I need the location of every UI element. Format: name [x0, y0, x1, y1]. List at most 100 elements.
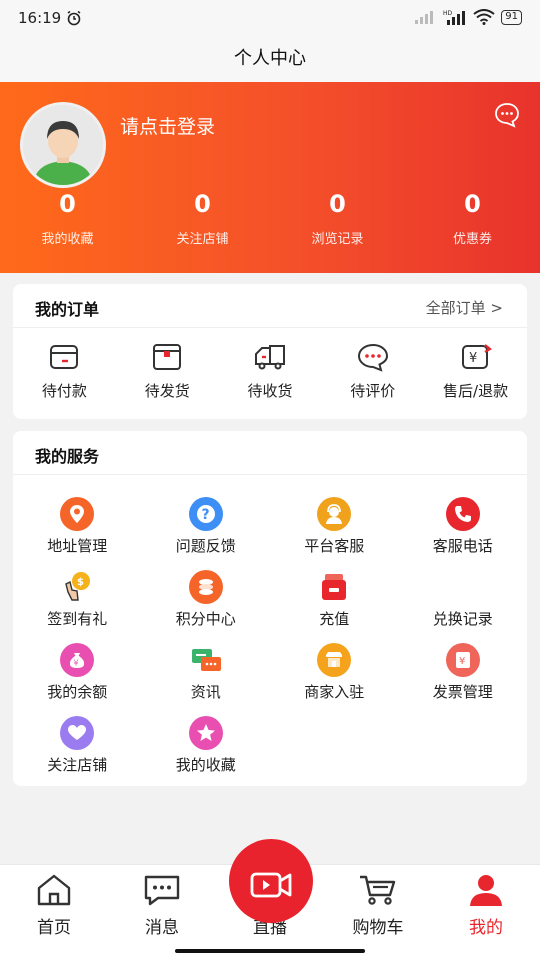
- stats-row: 0 我的收藏 0 关注店铺 0 浏览记录 0 优惠券: [0, 190, 540, 247]
- service-feedback[interactable]: ? 问题反馈: [142, 497, 271, 570]
- avatar[interactable]: [20, 102, 106, 188]
- service-label: 签到有礼: [47, 610, 108, 628]
- status-time: 16:19: [18, 9, 62, 27]
- user-icon: [470, 875, 502, 906]
- tab-home[interactable]: 首页: [0, 865, 108, 938]
- nav-bar: 个人中心: [0, 36, 540, 82]
- truck-icon: [254, 345, 285, 370]
- order-pending-payment[interactable]: 待付款: [13, 342, 116, 401]
- service-label: 资讯: [190, 683, 221, 701]
- message-bubble-icon[interactable]: [494, 102, 520, 128]
- service-exchange-record[interactable]: 兑换记录: [399, 570, 528, 643]
- service-hotline[interactable]: 客服电话: [399, 497, 528, 570]
- exchange-icon: [446, 570, 480, 604]
- coins-icon: [188, 570, 223, 604]
- service-label: 客服电话: [432, 537, 493, 555]
- stat-value: 0: [194, 190, 211, 218]
- home-icon: [37, 874, 71, 906]
- order-status-row: 待付款 待发货 待收货 待评价 ¥ 售后/退款: [13, 328, 527, 401]
- location-icon: [60, 497, 95, 531]
- service-label: 兑换记录: [432, 610, 493, 628]
- tab-label: 消息: [145, 918, 179, 938]
- stat-label: 浏览记录: [311, 232, 364, 247]
- signal-icon: [415, 11, 434, 24]
- battery-indicator: 91: [501, 9, 522, 25]
- support-agent-icon: [317, 497, 352, 531]
- all-orders-link[interactable]: 全部订单 >: [426, 297, 503, 318]
- service-invoice[interactable]: ¥ 发票管理: [399, 643, 528, 716]
- service-label: 问题反馈: [175, 537, 236, 555]
- service-label: 积分中心: [175, 610, 236, 628]
- wallet-icon: [50, 345, 79, 369]
- stat-label: 关注店铺: [176, 232, 229, 247]
- svg-text:?: ?: [201, 507, 209, 523]
- service-my-favorites[interactable]: 我的收藏: [142, 716, 271, 789]
- invoice-icon: ¥: [445, 643, 480, 677]
- stat-value: 0: [59, 190, 76, 218]
- service-news[interactable]: 资讯: [142, 643, 271, 716]
- tab-live[interactable]: 直播: [216, 839, 324, 938]
- service-followed-stores[interactable]: 关注店铺: [13, 716, 142, 789]
- service-label: 发票管理: [432, 683, 493, 701]
- home-indicator: [175, 949, 365, 953]
- service-platform-support[interactable]: 平台客服: [270, 497, 399, 570]
- order-after-sales[interactable]: ¥ 售后/退款: [424, 342, 527, 401]
- service-label: 关注店铺: [47, 756, 108, 774]
- order-label: 待发货: [144, 382, 190, 400]
- recharge-wallet-icon: [317, 570, 351, 604]
- order-to-ship[interactable]: 待发货: [116, 342, 219, 401]
- phone-icon: [445, 497, 480, 531]
- live-video-icon: [250, 872, 292, 898]
- heart-icon: [60, 716, 95, 750]
- service-label: 平台客服: [304, 537, 365, 555]
- orders-card: 我的订单 全部订单 > 待付款 待发货 待收货 待评价 ¥ 售后/退款: [13, 284, 527, 419]
- order-label: 售后/退款: [443, 382, 509, 400]
- svg-text:$: $: [77, 577, 84, 588]
- profile-header: 请点击登录 0 我的收藏 0 关注店铺 0 浏览记录 0 优惠券: [0, 82, 540, 273]
- service-address[interactable]: 地址管理: [13, 497, 142, 570]
- comment-icon: [357, 343, 388, 372]
- svg-text:¥: ¥: [469, 351, 477, 366]
- login-prompt[interactable]: 请点击登录: [120, 112, 215, 139]
- stat-followed-stores[interactable]: 0 关注店铺: [135, 190, 270, 247]
- tab-label: 购物车: [352, 918, 404, 938]
- package-icon: [153, 344, 182, 370]
- tab-label: 首页: [37, 918, 71, 938]
- stat-favorites[interactable]: 0 我的收藏: [0, 190, 135, 247]
- live-video-button[interactable]: [229, 839, 313, 923]
- bottom-tab-bar: 首页 消息 直播 购物车 我的: [0, 839, 540, 960]
- stat-label: 优惠券: [452, 232, 492, 247]
- news-chat-icon: [189, 643, 223, 677]
- service-recharge[interactable]: 充值: [270, 570, 399, 643]
- service-sign-in[interactable]: $ 签到有礼: [13, 570, 142, 643]
- star-icon: [188, 716, 223, 750]
- service-merchant-join[interactable]: 商家入驻: [270, 643, 399, 716]
- service-balance[interactable]: ¥ 我的余额: [13, 643, 142, 716]
- wifi-icon: [473, 9, 495, 25]
- service-label: 地址管理: [47, 537, 108, 555]
- cart-icon: [360, 875, 396, 905]
- status-bar: 16:19 HD 91: [0, 0, 540, 36]
- order-to-receive[interactable]: 待收货: [219, 342, 322, 401]
- services-title: 我的服务: [35, 447, 100, 466]
- services-grid: 地址管理 ? 问题反馈 平台客服 客服电话 $ 签到有礼 积分中心 充值 兑换记…: [13, 475, 527, 789]
- service-label: 我的余额: [47, 683, 108, 701]
- signal-hd-icon: HD: [443, 10, 466, 25]
- order-label: 待收货: [247, 382, 293, 400]
- tab-cart[interactable]: 购物车: [324, 865, 432, 938]
- tab-messages[interactable]: 消息: [108, 865, 216, 938]
- question-icon: ?: [188, 497, 223, 531]
- tab-me[interactable]: 我的: [432, 865, 540, 938]
- default-avatar-icon: [23, 105, 103, 185]
- services-header: 我的服务: [13, 431, 527, 475]
- message-icon: [144, 875, 180, 906]
- order-label: 待评价: [350, 382, 396, 400]
- stat-coupons[interactable]: 0 优惠券: [405, 190, 540, 247]
- order-label: 待付款: [41, 382, 87, 400]
- order-to-review[interactable]: 待评价: [321, 342, 424, 401]
- service-points[interactable]: 积分中心: [142, 570, 271, 643]
- sign-in-icon: $: [60, 570, 94, 604]
- stat-label: 我的收藏: [41, 232, 94, 247]
- stat-value: 0: [464, 190, 481, 218]
- stat-history[interactable]: 0 浏览记录: [270, 190, 405, 247]
